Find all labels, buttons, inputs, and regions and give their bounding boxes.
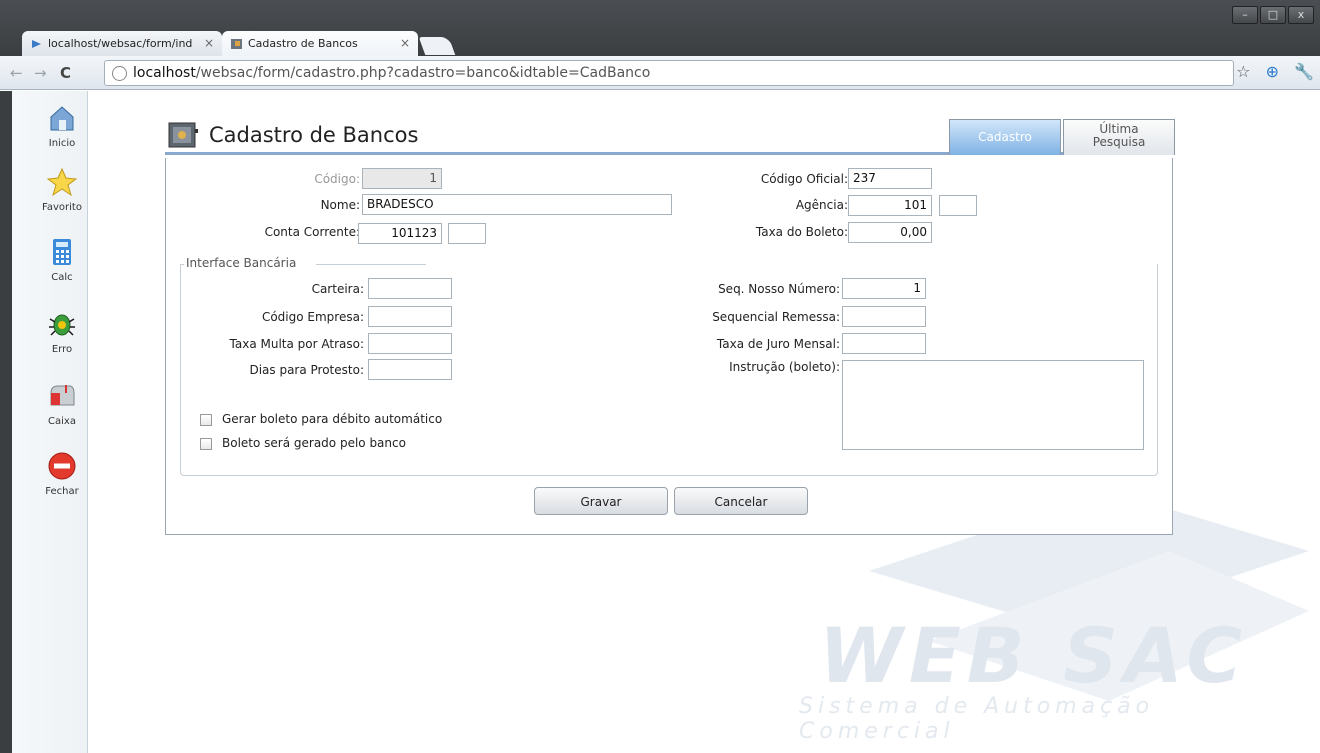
taxa-boleto-label: Taxa do Boleto: [755,225,848,239]
tab-cadastro[interactable]: Cadastro [949,119,1061,155]
cancelar-button[interactable]: Cancelar [674,487,808,515]
page-favicon-icon [32,40,41,48]
close-tab-icon[interactable]: × [204,36,214,50]
calculator-icon [53,239,71,265]
mailbox-icon [50,385,75,406]
form-body: Código: 1 Nome: BRADESCO Conta Corrente:… [165,158,1173,535]
main-content: WEB SAC Sistema de Automação Comercial C… [89,91,1320,753]
agencia-label: Agência: [795,198,848,212]
taxa-boleto-field[interactable]: 0,00 [848,222,932,243]
new-tab-button[interactable] [418,37,456,55]
gerar-debito-checkbox[interactable] [200,414,212,426]
seq-nosso-numero-label: Seq. Nosso Número: [718,282,840,296]
tab-ultima-label-2: Pesquisa [1092,135,1146,149]
toolbar-icons: ☆ ⊕ 🔧 [1226,62,1314,81]
browser-titlebar: localhost/websac/form/ind × Cadastro de … [0,0,1320,56]
address-bar[interactable]: localhost/websac/form/cadastro.php?cadas… [104,60,1234,86]
fieldset-top-border [316,264,426,265]
interface-bancaria-legend: Interface Bancária [184,256,299,270]
close-tab-icon[interactable]: × [400,36,410,50]
boleto-banco-label: Boleto será gerado pelo banco [222,436,406,450]
reload-icon[interactable]: C [60,64,71,82]
taxa-multa-field[interactable] [368,333,452,354]
browser-tab-index[interactable]: localhost/websac/form/ind × [22,31,222,56]
globe-icon [112,66,127,81]
minimize-icon[interactable]: – [1232,6,1258,24]
safe-favicon-icon [231,39,242,49]
stop-icon [48,452,76,480]
codigo-label: Código: [314,172,360,186]
websac-watermark: WEB SAC [819,611,1249,700]
browser-toolbar: ← → C localhost/websac/form/cadastro.php… [0,56,1320,90]
codigo-field: 1 [362,168,442,189]
boleto-banco-checkbox[interactable] [200,438,212,450]
conta-corrente-field[interactable]: 101123 [358,223,442,244]
close-window-icon[interactable]: x [1288,6,1314,24]
forward-icon[interactable]: → [34,64,47,82]
wrench-icon[interactable]: 🔧 [1294,62,1314,81]
agencia-dv-field[interactable] [939,195,977,216]
seq-nosso-numero-field[interactable]: 1 [842,278,926,299]
dias-protesto-label: Dias para Protesto: [249,363,364,377]
dias-protesto-field[interactable] [368,359,452,380]
home-icon [50,106,74,131]
codigo-empresa-field[interactable] [368,306,452,327]
browser-tab-cadastro[interactable]: Cadastro de Bancos × [222,31,418,56]
browser-tab-label: localhost/websac/form/ind [48,37,193,50]
page-title: Cadastro de Bancos [209,123,419,147]
form-header: Cadastro de Bancos Cadastro Última Pesqu… [165,117,1175,155]
url-path: /websac/form/cadastro.php?cadastro=banco… [195,65,651,81]
extension-icon[interactable]: ⊕ [1266,62,1279,81]
codigo-oficial-label: Código Oficial: [760,172,848,186]
taxa-juro-field[interactable] [842,333,926,354]
codigo-oficial-field[interactable]: 237 [848,168,932,189]
instrucao-textarea[interactable] [842,360,1144,450]
maximize-icon[interactable]: □ [1260,6,1286,24]
bug-icon [49,314,75,336]
tab-cadastro-label: Cadastro [978,130,1032,144]
carteira-label: Carteira: [311,282,364,296]
back-icon[interactable]: ← [10,64,23,82]
browser-window: localhost/websac/form/ind × Cadastro de … [0,0,1320,753]
sequencial-remessa-field[interactable] [842,306,926,327]
browser-tab-label: Cadastro de Bancos [248,37,358,50]
window-controls: – □ x [1230,6,1314,24]
taxa-multa-label: Taxa Multa por Atraso: [229,337,364,351]
form-panel: Cadastro de Bancos Cadastro Última Pesqu… [165,117,1175,535]
websac-tagline: Sistema de Automação Comercial [799,694,1155,744]
nome-label: Nome: [320,198,360,212]
conta-corrente-label: Conta Corrente: [264,225,360,239]
url-host: localhost [133,65,196,81]
gravar-button[interactable]: Gravar [534,487,668,515]
safe-icon [168,122,198,148]
sidebar: Inicio Favorito Calc Erro Caixa Fechar [0,91,88,753]
bookmark-star-icon[interactable]: ☆ [1236,62,1250,81]
star-icon [46,167,78,197]
carteira-field[interactable] [368,278,452,299]
sequencial-remessa-label: Sequencial Remessa: [712,310,840,324]
taxa-juro-label: Taxa de Juro Mensal: [716,337,840,351]
tab-ultima-pesquisa[interactable]: Última Pesquisa [1063,119,1175,155]
codigo-empresa-label: Código Empresa: [261,310,364,324]
gerar-debito-label: Gerar boleto para débito automático [222,412,443,426]
nome-field[interactable]: BRADESCO [362,194,672,215]
conta-dv-field[interactable] [448,223,486,244]
agencia-field[interactable]: 101 [848,195,932,216]
instrucao-label: Instrução (boleto): [729,360,840,374]
